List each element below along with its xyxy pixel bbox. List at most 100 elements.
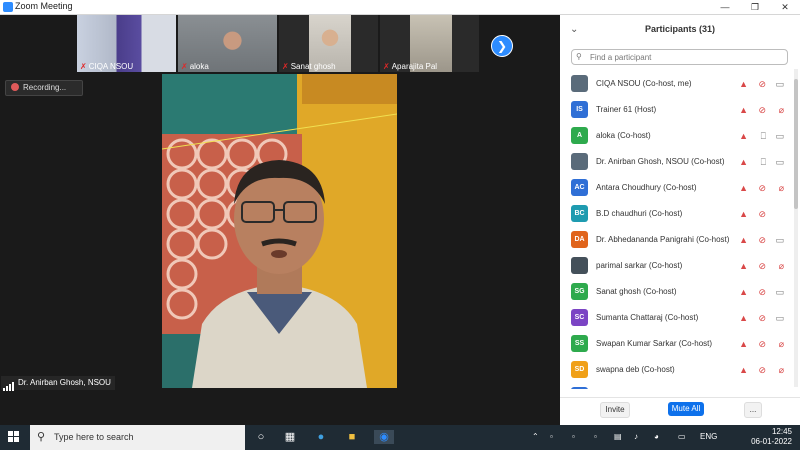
recording-label: Recording...	[23, 83, 67, 92]
more-options-button[interactable]: ...	[744, 402, 762, 418]
video-off-icon[interactable]: ⌀	[779, 103, 784, 117]
participant-row[interactable]: SD swapna deb (Co-host) ▲ ⊘ ⌀	[560, 357, 792, 383]
tray-app-icon[interactable]: ▫	[550, 432, 553, 441]
active-speaker-label: Dr. Anirban Ghosh, NSOU	[1, 376, 115, 391]
cortana-icon[interactable]: ○	[254, 430, 268, 444]
participant-row[interactable]: parimal sarkar (Co-host) ▲ ⊘ ⌀	[560, 253, 792, 279]
participant-avatar: DA	[571, 231, 588, 248]
raise-hand-icon[interactable]: ▲	[739, 363, 748, 377]
video-on-icon[interactable]: ▭	[775, 77, 784, 91]
system-clock[interactable]: 12:45 06-01-2022	[751, 427, 792, 447]
video-thumbnail[interactable]: ✗ CIQA NSOU	[77, 15, 176, 72]
mic-muted-icon[interactable]: ⊘	[758, 233, 766, 247]
video-on-icon[interactable]: ▭	[775, 129, 784, 143]
mic-muted-icon: ✗	[80, 62, 87, 71]
participant-row[interactable]: Aaloka (Co-host) ▲ ⎕ ▭	[560, 123, 792, 149]
video-on-icon[interactable]: ▭	[775, 311, 784, 325]
participant-avatar: BC	[571, 205, 588, 222]
mic-muted-icon[interactable]: ⊘	[758, 207, 766, 221]
video-on-icon[interactable]: ▭	[775, 285, 784, 299]
wifi-icon[interactable]: ◕	[654, 432, 659, 441]
participant-name: CIQA NSOU (Co-host, me)	[596, 79, 692, 88]
participant-row[interactable]: BC B.D chaudhuri (Co-host) ▲ ⊘	[560, 201, 792, 227]
video-off-icon[interactable]: ⌀	[779, 337, 784, 351]
video-on-icon[interactable]: ▭	[775, 233, 784, 247]
video-thumbnail[interactable]: ✗ Aparajita Pal	[380, 15, 479, 72]
mic-on-icon[interactable]: ⎕	[761, 129, 766, 143]
recording-icon	[11, 83, 19, 91]
close-icon[interactable]: ✕	[770, 0, 800, 14]
input-language[interactable]: ENG	[700, 432, 717, 441]
tray-app-icon[interactable]: ▫	[594, 432, 597, 441]
participant-row[interactable]: SC Sumanta Chattaraj (Co-host) ▲ ⊘ ▭	[560, 305, 792, 331]
mic-muted-icon[interactable]: ⊘	[758, 77, 766, 91]
restore-icon[interactable]: ❐	[740, 0, 770, 14]
raise-hand-icon[interactable]: ▲	[739, 233, 748, 247]
minimize-icon[interactable]: —	[710, 0, 740, 14]
raise-hand-icon[interactable]: ▲	[739, 311, 748, 325]
video-off-icon[interactable]: ⌀	[779, 259, 784, 273]
next-page-arrow-icon[interactable]: ❯	[491, 35, 513, 57]
mic-muted-icon[interactable]: ⊘	[758, 337, 766, 351]
participant-name: Antara Choudhury (Co-host)	[596, 183, 697, 192]
task-view-icon[interactable]: ▦	[283, 430, 297, 444]
battery-icon[interactable]: ▭	[678, 432, 686, 441]
video-thumbnail[interactable]: ✗ aloka	[178, 15, 277, 72]
participant-row[interactable]: IS Trainer 61 (Host) ▲ ⊘ ⌀	[560, 97, 792, 123]
video-off-icon[interactable]: ⌀	[779, 181, 784, 195]
mute-all-button[interactable]: Mute All	[668, 402, 704, 416]
windows-start-icon[interactable]	[8, 431, 20, 443]
participant-list-scrollbar[interactable]	[794, 69, 798, 387]
mic-muted-icon[interactable]: ⊘	[758, 285, 766, 299]
raise-hand-icon[interactable]: ▲	[739, 337, 748, 351]
search-icon: ⚲	[576, 52, 582, 61]
speaker-volume-icon[interactable]: ♪	[634, 432, 638, 441]
file-explorer-icon[interactable]: ■	[345, 430, 359, 444]
participant-avatar	[571, 153, 588, 170]
participants-panel: ⌄ Participants (31) ⚲ Find a participant…	[560, 15, 800, 425]
participant-search-input[interactable]: ⚲ Find a participant	[571, 49, 788, 65]
participant-row[interactable]: AC Antara Choudhury (Co-host) ▲ ⊘ ⌀	[560, 175, 792, 201]
participant-avatar	[571, 257, 588, 274]
raise-hand-icon[interactable]: ▲	[739, 155, 748, 169]
participant-row[interactable]: CIQA NSOU (Co-host, me) ▲ ⊘ ▭	[560, 71, 792, 97]
video-on-icon[interactable]: ▭	[775, 155, 784, 169]
mic-muted-icon[interactable]: ⊘	[758, 103, 766, 117]
recording-indicator[interactable]: Recording...	[5, 80, 83, 96]
participant-avatar: IS	[571, 101, 588, 118]
raise-hand-icon[interactable]: ▲	[739, 207, 748, 221]
active-speaker-video	[162, 74, 397, 388]
participant-row[interactable]: SG Sanat ghosh (Co-host) ▲ ⊘ ▭	[560, 279, 792, 305]
participant-row[interactable]: Dr. Anirban Ghosh, NSOU (Co-host) ▲ ⎕ ▭	[560, 149, 792, 175]
participant-name: Sanat ghosh (Co-host)	[596, 287, 677, 296]
invite-button[interactable]: Invite	[600, 402, 630, 418]
video-off-icon[interactable]: ⌀	[779, 363, 784, 377]
raise-hand-icon[interactable]: ▲	[739, 77, 748, 91]
participant-row[interactable]: SS Swapan Kumar Sarkar (Co-host) ▲ ⊘ ⌀	[560, 331, 792, 357]
raise-hand-icon[interactable]: ▲	[739, 285, 748, 299]
edge-icon[interactable]: ●	[314, 430, 328, 444]
meeting-area: ✗ CIQA NSOU ✗ aloka ✗ Sanat ghosh ✗ Aparajit…	[0, 15, 559, 396]
raise-hand-icon[interactable]: ▲	[739, 259, 748, 273]
participant-row[interactable]: DA Dr. Abhedananda Panigrahi (Co-host) ▲ ⊘ ▭	[560, 227, 792, 253]
tray-app-icon[interactable]: ▫	[572, 432, 575, 441]
zoom-taskbar-icon[interactable]: ◉	[374, 430, 394, 444]
mic-muted-icon[interactable]: ⊘	[758, 363, 766, 377]
participant-row[interactable]: APAparajita Pal▲⊘⌀	[560, 383, 792, 389]
raise-hand-icon[interactable]: ▲	[739, 103, 748, 117]
video-thumbnail[interactable]: ✗ Sanat ghosh	[279, 15, 378, 72]
network-icon[interactable]: ▤	[614, 432, 622, 441]
thumbnail-name: Sanat ghosh	[290, 62, 336, 71]
raise-hand-icon[interactable]: ▲	[739, 181, 748, 195]
participants-title: Participants (31)	[644, 24, 716, 34]
mic-on-icon[interactable]: ⎕	[761, 155, 766, 169]
tray-chevron-icon[interactable]: ⌃	[532, 432, 539, 441]
participant-list[interactable]: CIQA NSOU (Co-host, me) ▲ ⊘ ▭ IS Trainer 61 (…	[560, 71, 792, 389]
mic-muted-icon[interactable]: ⊘	[758, 311, 766, 325]
title-bar: Zoom Meeting — ❐ ✕	[0, 0, 800, 15]
mic-muted-icon[interactable]: ⊘	[758, 181, 766, 195]
raise-hand-icon[interactable]: ▲	[739, 129, 748, 143]
mic-muted-icon[interactable]: ⊘	[758, 259, 766, 273]
participant-name: parimal sarkar (Co-host)	[596, 261, 683, 270]
taskbar-search-box[interactable]: ⚲ Type here to search	[30, 425, 245, 450]
